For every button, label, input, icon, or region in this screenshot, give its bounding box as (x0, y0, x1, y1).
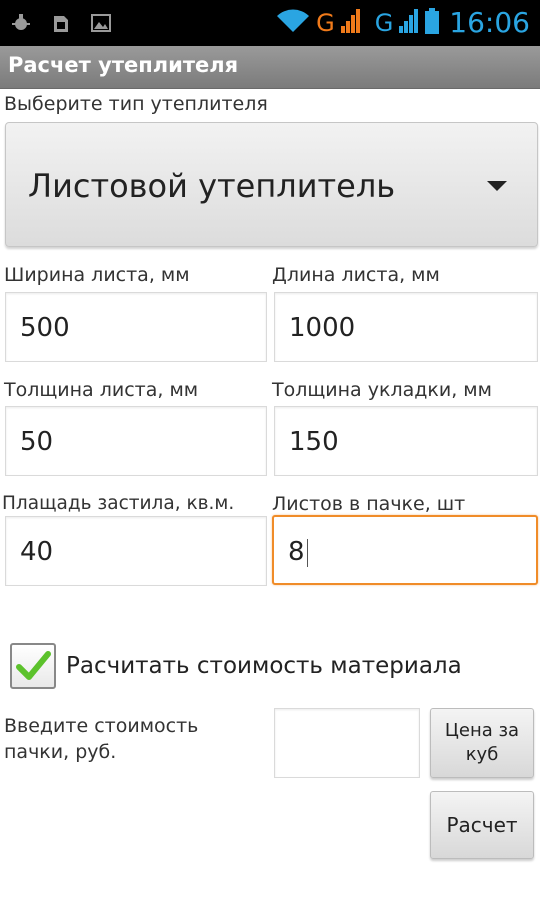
network-type-2: G (374, 9, 394, 37)
sheets-per-pack-value: 8 (288, 537, 308, 567)
laying-thickness-input[interactable]: 150 (274, 406, 538, 476)
calculate-label: Расчет (446, 813, 518, 837)
pack-price-label: Введите стоимость пачки, руб. (4, 715, 199, 763)
usb-debug-icon (10, 12, 32, 34)
sheet-length-input[interactable]: 1000 (274, 292, 538, 362)
sheet-width-value: 500 (20, 313, 70, 343)
calc-cost-checkbox[interactable] (10, 643, 56, 689)
sheets-per-pack-label: Листов в пачке, шт (272, 493, 466, 515)
dropdown-arrow-icon (487, 181, 507, 191)
clock: 16:06 (449, 6, 530, 39)
sheet-thickness-input[interactable]: 50 (5, 406, 267, 476)
page-title: Расчет утеплителя (8, 53, 239, 77)
floor-area-label: Плащадь застила, кв.м. (2, 493, 235, 514)
sheet-width-label: Ширина листа, мм (4, 264, 190, 286)
status-bar: G G 16:06 (0, 0, 540, 46)
insulation-type-selected: Листовой утеплитель (28, 167, 396, 205)
floor-area-input[interactable]: 40 (5, 516, 267, 586)
battery-icon (425, 8, 440, 38)
network-type-1: G (316, 9, 335, 37)
sim-icon (50, 12, 72, 34)
laying-thickness-label: Толщина укладки, мм (272, 379, 492, 401)
insulation-type-label: Выберите тип утеплителя (4, 93, 268, 115)
laying-thickness-value: 150 (289, 427, 339, 457)
floor-area-value: 40 (20, 537, 54, 567)
insulation-type-dropdown[interactable]: Листовой утеплитель (5, 122, 538, 247)
price-per-cube-label: Цена за куб (444, 720, 520, 765)
signal-icon (340, 9, 361, 37)
sheet-thickness-value: 50 (20, 427, 54, 457)
pack-price-input[interactable] (274, 708, 420, 778)
checkmark-icon (16, 651, 51, 680)
wifi-icon (276, 8, 310, 38)
sheet-length-value: 1000 (289, 313, 356, 343)
image-icon (90, 12, 112, 34)
sheet-thickness-label: Толщина листа, мм (4, 379, 199, 401)
calculate-button[interactable]: Расчет (430, 791, 534, 859)
sheets-per-pack-input[interactable]: 8 (272, 515, 538, 585)
sheet-width-input[interactable]: 500 (5, 292, 267, 362)
calc-cost-label[interactable]: Расчитать стоимость материала (66, 653, 462, 679)
signal-icon-2 (399, 9, 419, 37)
app-title-bar: Расчет утеплителя (0, 46, 540, 89)
price-per-cube-button[interactable]: Цена за куб (430, 708, 534, 778)
text-cursor (306, 538, 308, 567)
sheet-length-label: Длина листа, мм (272, 264, 440, 286)
